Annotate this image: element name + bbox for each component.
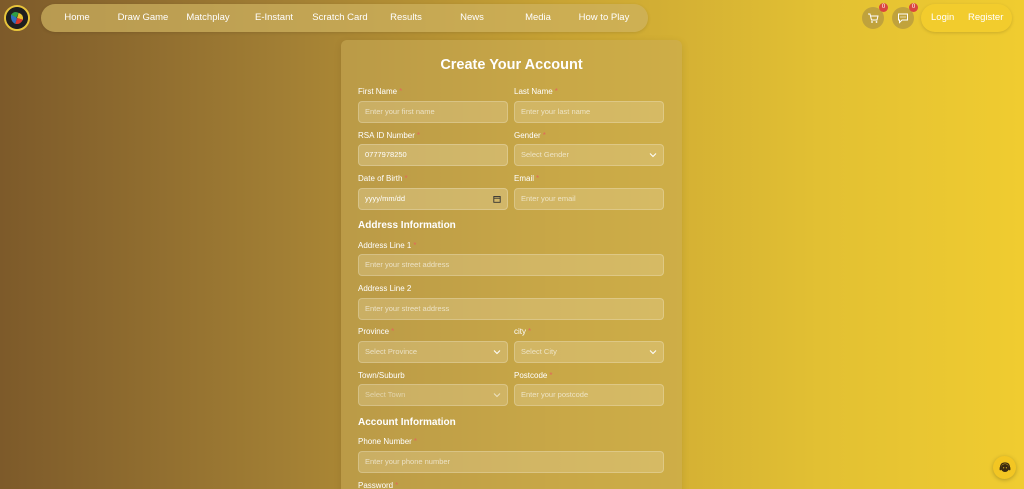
postcode-label: Postcode * [514,371,553,380]
nav-media[interactable]: Media [525,4,551,32]
email-input[interactable]: Enter your email [514,188,664,210]
gender-select[interactable]: Select Gender [514,144,664,166]
nav-draw-game[interactable]: Draw Game [118,4,169,32]
city-selected-value: Select City [521,347,557,356]
first-name-input[interactable]: Enter your first name [358,101,508,123]
town-select[interactable]: Select Town [358,384,508,406]
nav-scratch-card[interactable]: Scratch Card [312,4,367,32]
address-section-title: Address Information [358,220,456,231]
province-label: Province * [358,327,395,336]
address-line1-label: Address Line 1 * [358,241,417,250]
rsa-id-input[interactable]: 0777978250 [358,144,508,166]
chat-icon [898,13,908,24]
city-label: city * [514,327,532,336]
town-selected-value: Select Town [365,390,406,399]
nav-matchplay[interactable]: Matchplay [186,4,229,32]
support-agent-icon [999,461,1010,472]
province-select[interactable]: Select Province [358,341,508,363]
main-nav: Home Draw Game Matchplay E-Instant Scrat… [41,4,648,32]
dob-label: Date of Birth * [358,174,408,183]
chevron-down-icon [493,393,501,398]
support-chat-button[interactable] [993,456,1016,479]
address-line2-label: Address Line 2 [358,284,412,293]
cart-count-badge: 0 [879,3,888,12]
messages-count-badge: 0 [909,3,918,12]
cart-button[interactable]: 0 [862,3,888,29]
postcode-input[interactable]: Enter your postcode [514,384,664,406]
city-select[interactable]: Select City [514,341,664,363]
address-line1-input[interactable]: Enter your street address [358,254,664,276]
password-label: Password * [358,481,399,489]
brand-logo[interactable] [4,5,30,31]
dob-input[interactable]: yyyy/mm/dd [358,188,508,210]
province-selected-value: Select Province [365,347,418,356]
account-section-title: Account Information [358,417,456,428]
messages-button[interactable]: 0 [892,3,918,29]
page-title: Create Your Account [440,57,583,73]
rsa-id-label: RSA ID Number * [358,131,421,140]
calendar-icon[interactable] [493,195,501,203]
last-name-input[interactable]: Enter your last name [514,101,664,123]
email-label: Email * [514,174,540,183]
auth-pill: Login Register [921,4,1012,32]
phone-input[interactable]: Enter your phone number [358,451,664,473]
chevron-down-icon [493,350,501,355]
cart-icon [868,13,879,23]
address-line2-input[interactable]: Enter your street address [358,298,664,320]
login-link[interactable]: Login [931,4,954,32]
chevron-down-icon [649,350,657,355]
last-name-label: Last Name * [514,87,558,96]
chevron-down-icon [649,153,657,158]
gender-selected-value: Select Gender [521,150,569,159]
registration-card: Create Your Account First Name * Last Nam… [341,40,682,489]
phone-label: Phone Number * [358,437,417,446]
nav-home[interactable]: Home [64,4,89,32]
dob-value: yyyy/mm/dd [365,194,406,203]
register-link[interactable]: Register [968,4,1003,32]
gender-label: Gender * [514,131,546,140]
nav-results[interactable]: Results [390,4,422,32]
first-name-label: First Name * [358,87,403,96]
town-label: Town/Suburb [358,371,405,380]
nav-news[interactable]: News [460,4,484,32]
nav-e-instant[interactable]: E-Instant [255,4,293,32]
nav-how-to-play[interactable]: How to Play [579,4,630,32]
